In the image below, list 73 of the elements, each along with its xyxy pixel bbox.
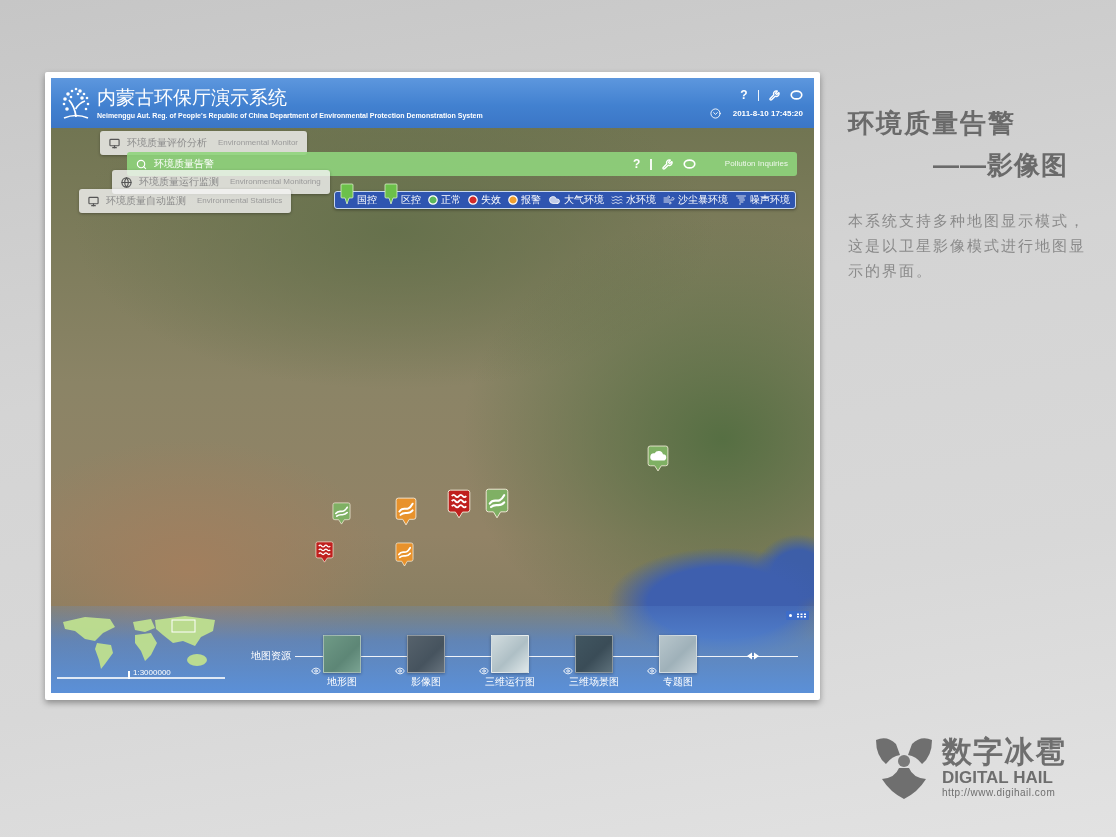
slide-description: 本系统支持多种地图显示模式，这是以卫星影像模式进行地图显示的界面。 — [848, 211, 1087, 281]
legend-label: 水环境 — [626, 195, 656, 205]
map-thumbnail[interactable] — [575, 635, 613, 673]
swirl-pin-icon[interactable] — [485, 488, 509, 519]
slide-subtitle: ——影像图 — [933, 150, 1068, 180]
swirl-pin-icon[interactable] — [395, 542, 414, 567]
scale-tick — [128, 671, 130, 679]
eye-icon[interactable] — [562, 666, 574, 676]
tree-logo-icon — [60, 86, 92, 120]
logo-chinese-name: 数字冰雹 — [942, 735, 1066, 768]
swirl-pin-icon[interactable] — [332, 502, 351, 525]
slide-title: 环境质量告警 — [848, 108, 1016, 138]
menu-label: 环境质量告警 — [154, 159, 214, 169]
legend-label: 沙尘暴环境 — [678, 195, 728, 205]
cloud-icon[interactable] — [548, 194, 561, 206]
map-mode-label: 三维运行图 — [485, 677, 535, 687]
menu-label: 环境质量自动监测 — [106, 196, 186, 206]
world-minimap-drawing[interactable] — [63, 616, 215, 669]
waves-pin-icon[interactable] — [447, 489, 471, 519]
cloud-pin-icon[interactable] — [647, 445, 669, 472]
eye-icon[interactable] — [310, 666, 322, 676]
search-icon — [136, 158, 147, 170]
legend-label: 失效 — [481, 195, 501, 205]
legend-label: 噪声环境 — [750, 195, 790, 205]
pin-icon[interactable] — [340, 183, 354, 205]
status-dot-icon[interactable] — [508, 195, 518, 205]
wrench-icon[interactable] — [769, 89, 780, 101]
menu-label: 环境质量评价分析 — [127, 138, 207, 148]
globe-icon — [121, 176, 132, 188]
waves-pin-icon[interactable] — [315, 541, 334, 563]
double-arrow-icon[interactable] — [747, 652, 759, 660]
pin-icon[interactable] — [384, 183, 398, 205]
map-mode-label: 地形图 — [327, 677, 357, 687]
map-mode-label: 三维场景图 — [569, 677, 619, 687]
app-title: 内蒙古环保厅演示系统 — [97, 86, 288, 109]
map-thumbnail[interactable] — [491, 635, 529, 673]
layer-switch-button[interactable] — [786, 611, 809, 620]
scale-label: 1:3000000 — [133, 669, 171, 677]
map-thumbnail[interactable] — [659, 635, 697, 673]
status-dot-icon[interactable] — [428, 195, 438, 205]
help-button[interactable]: ? — [740, 89, 748, 101]
dots-icon — [788, 613, 807, 618]
legend-label: 报警 — [521, 195, 541, 205]
oval-icon[interactable] — [682, 159, 696, 169]
eye-icon[interactable] — [646, 666, 658, 676]
monitor-icon — [109, 137, 120, 149]
monitor-icon — [88, 195, 99, 207]
date-time: 2011-8-10 17:45:20 — [732, 109, 803, 118]
menu-label: 环境质量运行监测 — [139, 177, 219, 187]
resources-label: 地图资源 — [251, 651, 291, 661]
help-button[interactable]: ? — [633, 158, 641, 170]
legend-label: 区控 — [401, 195, 421, 205]
swirl-pin-icon[interactable] — [395, 497, 417, 526]
map-mode-label: 影像图 — [411, 677, 441, 687]
eye-icon[interactable] — [478, 666, 490, 676]
eye-icon[interactable] — [394, 666, 406, 676]
active-menu-bar[interactable]: 环境质量告警 ? Pollution Inquiries — [127, 152, 797, 176]
menu-english-label: Pollution Inquiries — [724, 160, 788, 168]
chevron-circle-icon[interactable] — [709, 108, 721, 119]
oval-icon[interactable] — [790, 90, 803, 100]
logo-english-name: DIGITAL HAIL — [942, 768, 1054, 787]
map-thumbnail[interactable] — [407, 635, 445, 673]
wrench-icon[interactable] — [661, 158, 673, 170]
legend-label: 国控 — [357, 195, 377, 205]
tornado-icon[interactable] — [735, 194, 747, 206]
legend-label: 正常 — [441, 195, 461, 205]
legend-label: 大气环境 — [564, 195, 604, 205]
status-dot-icon[interactable] — [468, 195, 478, 205]
wind-icon[interactable] — [663, 194, 675, 206]
map-thumbnail[interactable] — [323, 635, 361, 673]
logo-url: http://www.digihail.com — [942, 787, 1057, 799]
waves-icon[interactable] — [611, 194, 623, 206]
map-mode-label: 专题图 — [663, 677, 693, 687]
